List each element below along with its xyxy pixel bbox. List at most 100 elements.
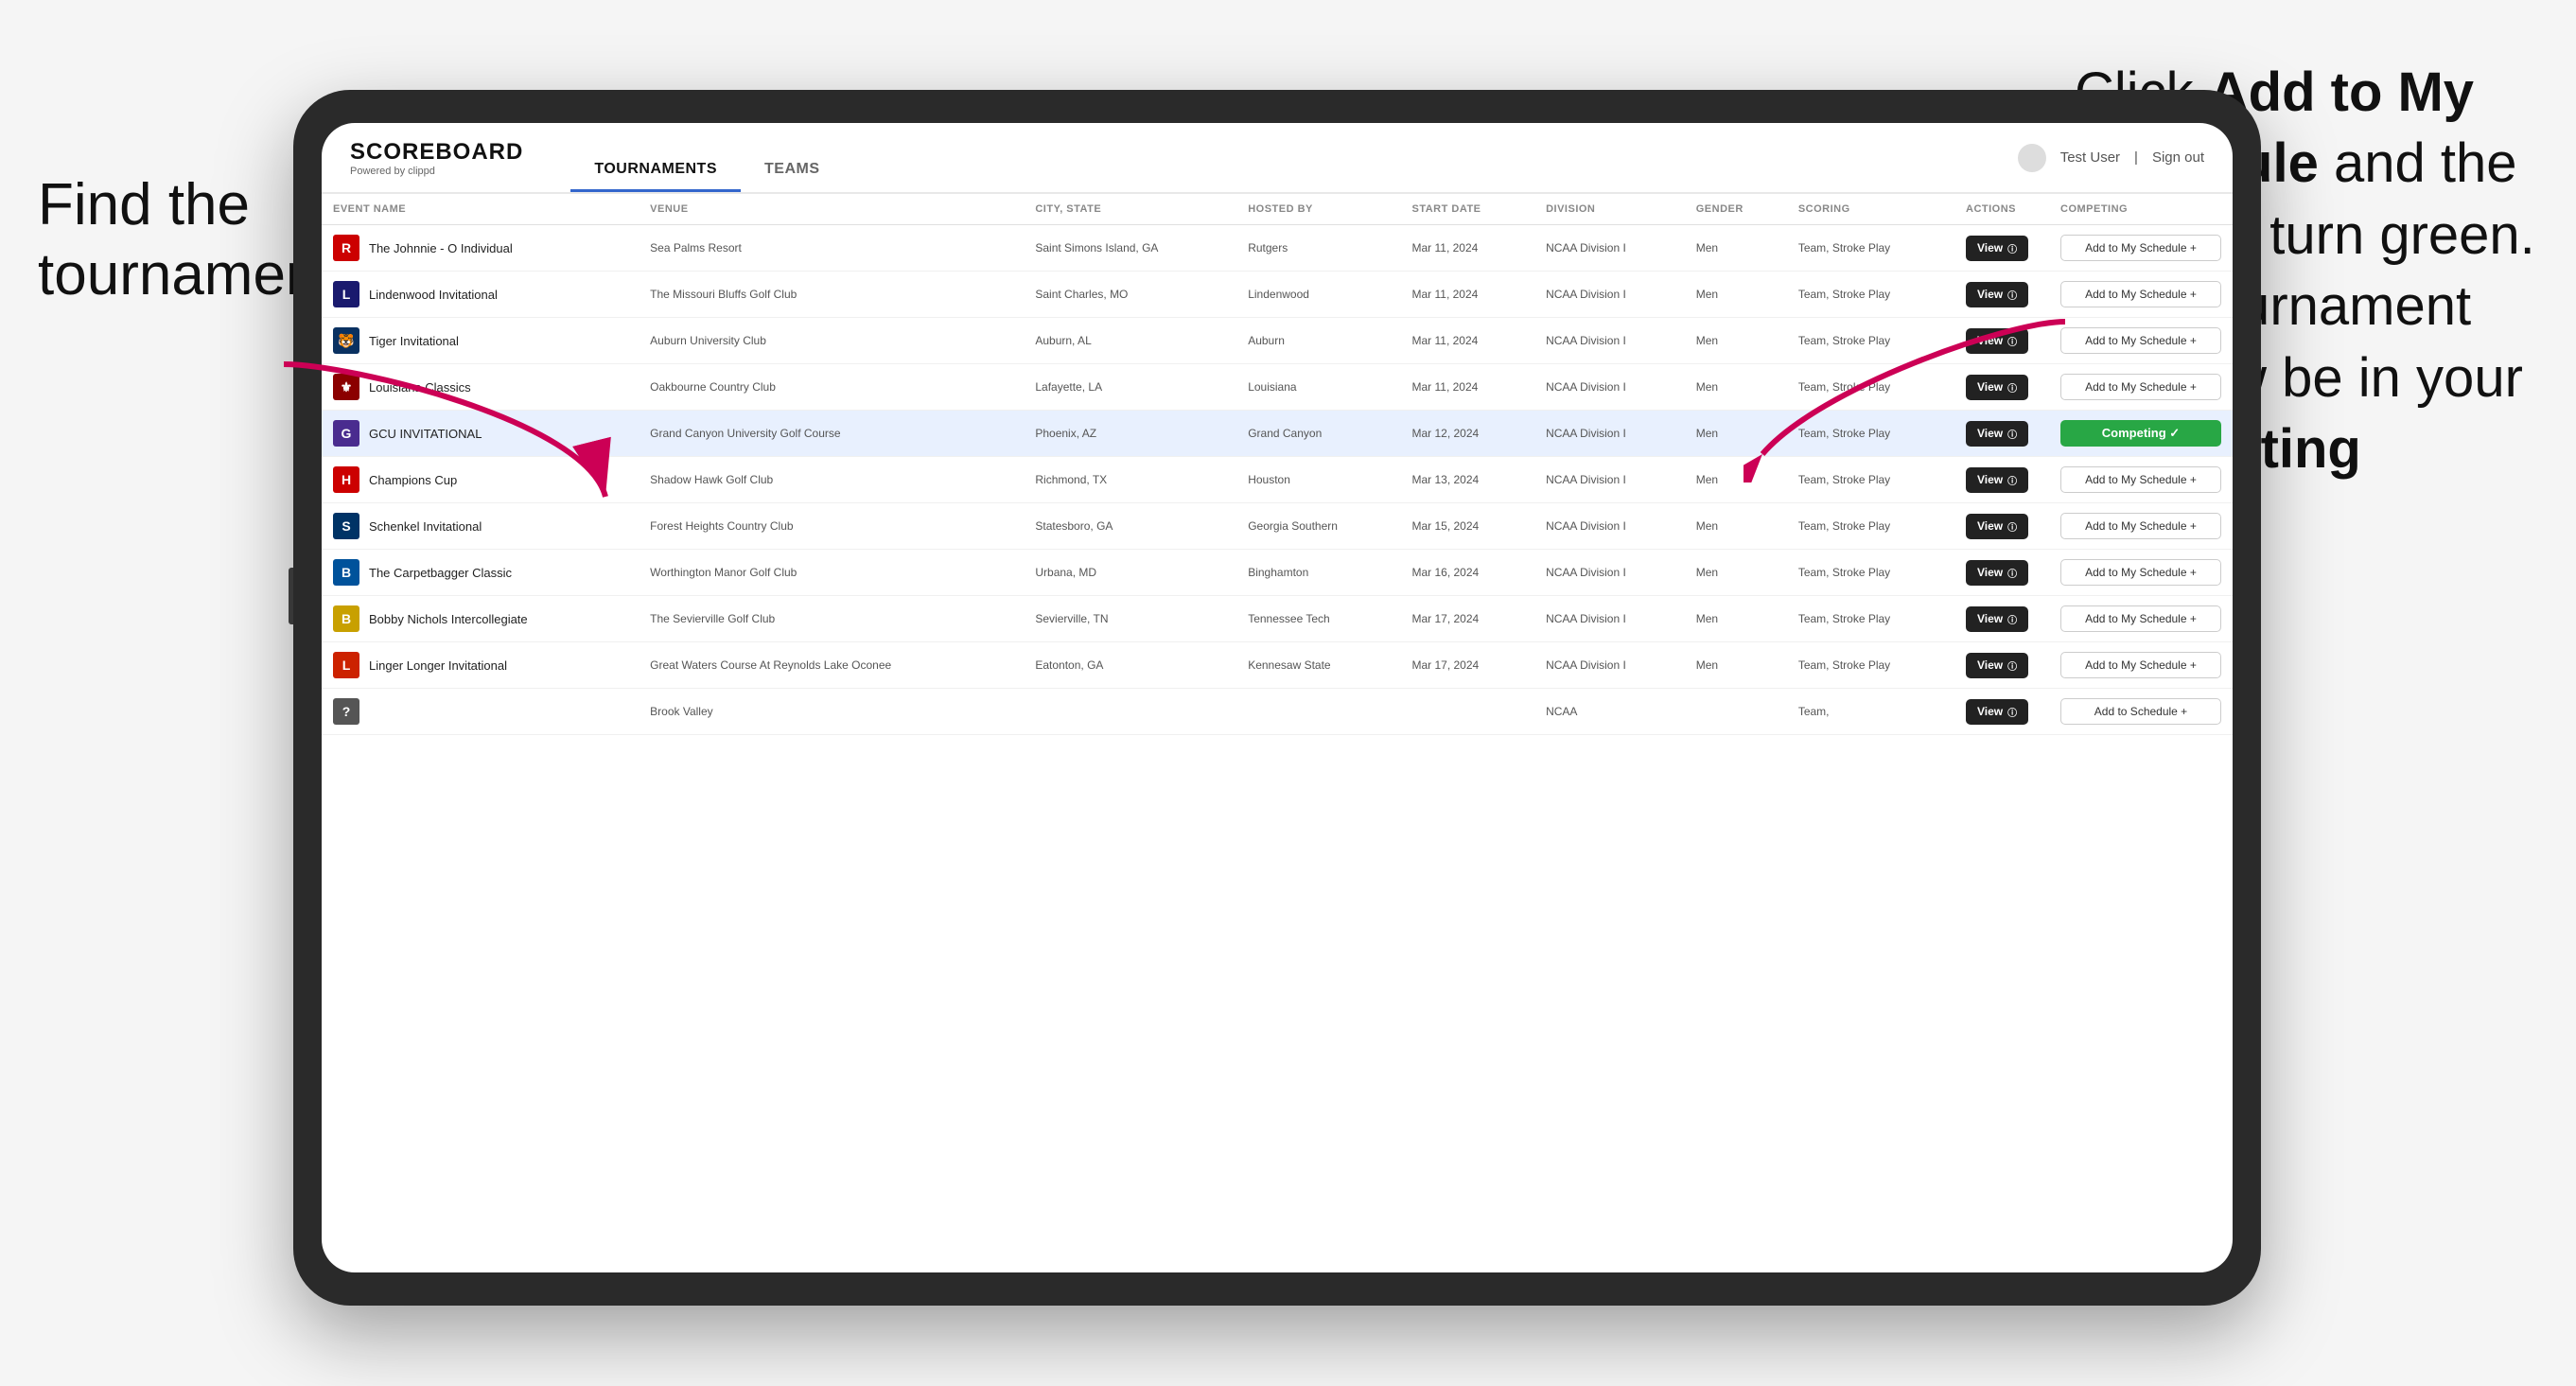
- view-button[interactable]: View ⓘ: [1966, 236, 2028, 261]
- col-scoring: SCORING: [1787, 194, 1954, 225]
- scoring: Team, Stroke Play: [1787, 411, 1954, 457]
- team-logo: 🐯: [333, 327, 359, 354]
- hosted-by: [1236, 689, 1400, 735]
- col-gender: GENDER: [1685, 194, 1787, 225]
- event-name: Champions Cup: [369, 473, 457, 487]
- add-to-schedule-button[interactable]: Add to My Schedule +: [2060, 327, 2221, 354]
- city-state: Richmond, TX: [1024, 457, 1236, 503]
- add-to-schedule-button[interactable]: Add to My Schedule +: [2060, 605, 2221, 632]
- team-logo: G: [333, 420, 359, 447]
- competing-cell: Add to My Schedule +: [2049, 550, 2233, 596]
- competing-cell: Add to My Schedule +: [2049, 457, 2233, 503]
- actions-cell: View ⓘ: [1954, 550, 2049, 596]
- event-name: The Carpetbagger Classic: [369, 566, 512, 580]
- start-date: [1400, 689, 1534, 735]
- competing-button[interactable]: Competing ✓: [2060, 420, 2221, 447]
- scoring: Team, Stroke Play: [1787, 503, 1954, 550]
- view-button[interactable]: View ⓘ: [1966, 328, 2028, 354]
- table-row: BThe Carpetbagger ClassicWorthington Man…: [322, 550, 2233, 596]
- table-row: BBobby Nichols IntercollegiateThe Sevier…: [322, 596, 2233, 642]
- col-venue: VENUE: [639, 194, 1024, 225]
- event-name-cell: LLinger Longer Invitational: [322, 642, 639, 689]
- start-date: Mar 17, 2024: [1400, 596, 1534, 642]
- view-button[interactable]: View ⓘ: [1966, 514, 2028, 539]
- scoring: Team, Stroke Play: [1787, 642, 1954, 689]
- hosted-by: Georgia Southern: [1236, 503, 1400, 550]
- division: NCAA Division I: [1534, 457, 1685, 503]
- tournaments-table: EVENT NAME VENUE CITY, STATE HOSTED BY S…: [322, 194, 2233, 735]
- add-to-schedule-button[interactable]: Add to Schedule +: [2060, 698, 2221, 725]
- hosted-by: Auburn: [1236, 318, 1400, 364]
- scoring: Team, Stroke Play: [1787, 272, 1954, 318]
- venue: Forest Heights Country Club: [639, 503, 1024, 550]
- division: NCAA Division I: [1534, 642, 1685, 689]
- view-button[interactable]: View ⓘ: [1966, 375, 2028, 400]
- actions-cell: View ⓘ: [1954, 503, 2049, 550]
- division: NCAA: [1534, 689, 1685, 735]
- gender: Men: [1685, 318, 1787, 364]
- add-to-schedule-button[interactable]: Add to My Schedule +: [2060, 235, 2221, 261]
- col-competing: COMPETING: [2049, 194, 2233, 225]
- division: NCAA Division I: [1534, 318, 1685, 364]
- venue: Great Waters Course At Reynolds Lake Oco…: [639, 642, 1024, 689]
- add-to-schedule-button[interactable]: Add to My Schedule +: [2060, 466, 2221, 493]
- event-name: The Johnnie - O Individual: [369, 241, 513, 255]
- tab-teams[interactable]: TEAMS: [741, 161, 844, 192]
- tab-tournaments[interactable]: TOURNAMENTS: [570, 161, 741, 192]
- start-date: Mar 11, 2024: [1400, 272, 1534, 318]
- event-name: Lindenwood Invitational: [369, 288, 498, 302]
- city-state: Statesboro, GA: [1024, 503, 1236, 550]
- venue: The Missouri Bluffs Golf Club: [639, 272, 1024, 318]
- city-state: Saint Simons Island, GA: [1024, 225, 1236, 272]
- scoring: Team, Stroke Play: [1787, 550, 1954, 596]
- actions-cell: View ⓘ: [1954, 364, 2049, 411]
- scoring: Team, Stroke Play: [1787, 225, 1954, 272]
- user-name: Test User: [2060, 149, 2120, 166]
- hosted-by: Tennessee Tech: [1236, 596, 1400, 642]
- gender: Men: [1685, 411, 1787, 457]
- tournaments-table-area: EVENT NAME VENUE CITY, STATE HOSTED BY S…: [322, 194, 2233, 1272]
- table-row: ⚜Louisiana ClassicsOakbourne Country Clu…: [322, 364, 2233, 411]
- col-event-name: EVENT NAME: [322, 194, 639, 225]
- view-button[interactable]: View ⓘ: [1966, 467, 2028, 493]
- add-to-schedule-button[interactable]: Add to My Schedule +: [2060, 559, 2221, 586]
- actions-cell: View ⓘ: [1954, 689, 2049, 735]
- division: NCAA Division I: [1534, 550, 1685, 596]
- signout-link[interactable]: Sign out: [2152, 149, 2204, 166]
- venue: Shadow Hawk Golf Club: [639, 457, 1024, 503]
- view-button[interactable]: View ⓘ: [1966, 653, 2028, 678]
- division: NCAA Division I: [1534, 596, 1685, 642]
- event-name-cell: ⚜Louisiana Classics: [322, 364, 639, 411]
- view-button[interactable]: View ⓘ: [1966, 606, 2028, 632]
- event-name: Bobby Nichols Intercollegiate: [369, 612, 528, 626]
- hosted-by: Grand Canyon: [1236, 411, 1400, 457]
- col-actions: ACTIONS: [1954, 194, 2049, 225]
- scoring: Team, Stroke Play: [1787, 318, 1954, 364]
- add-to-schedule-button[interactable]: Add to My Schedule +: [2060, 513, 2221, 539]
- gender: Men: [1685, 364, 1787, 411]
- actions-cell: View ⓘ: [1954, 457, 2049, 503]
- col-division: DIVISION: [1534, 194, 1685, 225]
- view-button[interactable]: View ⓘ: [1966, 560, 2028, 586]
- competing-cell: Add to My Schedule +: [2049, 364, 2233, 411]
- city-state: Urbana, MD: [1024, 550, 1236, 596]
- view-button[interactable]: View ⓘ: [1966, 282, 2028, 307]
- team-logo: L: [333, 652, 359, 678]
- view-button[interactable]: View ⓘ: [1966, 699, 2028, 725]
- event-name-cell: BBobby Nichols Intercollegiate: [322, 596, 639, 642]
- add-to-schedule-button[interactable]: Add to My Schedule +: [2060, 652, 2221, 678]
- event-name-cell: GGCU INVITATIONAL: [322, 411, 639, 457]
- city-state: Sevierville, TN: [1024, 596, 1236, 642]
- add-to-schedule-button[interactable]: Add to My Schedule +: [2060, 281, 2221, 307]
- view-button[interactable]: View ⓘ: [1966, 421, 2028, 447]
- venue: Auburn University Club: [639, 318, 1024, 364]
- add-to-schedule-button[interactable]: Add to My Schedule +: [2060, 374, 2221, 400]
- gender: Men: [1685, 272, 1787, 318]
- competing-cell: Add to My Schedule +: [2049, 272, 2233, 318]
- tablet-screen: SCOREBOARD Powered by clippd TOURNAMENTS…: [322, 123, 2233, 1272]
- gender: Men: [1685, 550, 1787, 596]
- event-name-cell: LLindenwood Invitational: [322, 272, 639, 318]
- logo-sub: Powered by clippd: [350, 166, 523, 177]
- col-hosted-by: HOSTED BY: [1236, 194, 1400, 225]
- table-row: RThe Johnnie - O IndividualSea Palms Res…: [322, 225, 2233, 272]
